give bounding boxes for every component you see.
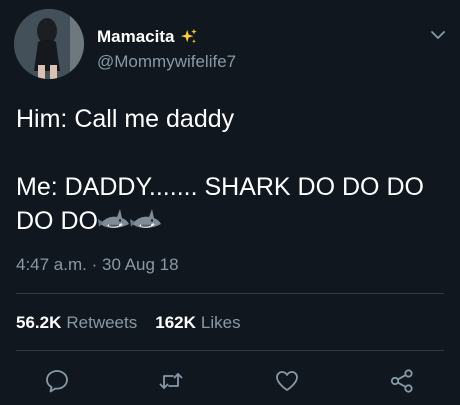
engagement-stats: 56.2K Retweets 162K Likes [16,313,259,333]
retweets-stat[interactable]: 56.2K Retweets [16,313,137,333]
timestamp-time: 4:47 a.m. [16,255,87,274]
timestamp-date: 30 Aug 18 [102,255,179,274]
reply-icon[interactable] [44,368,70,394]
tweet-line-with-emoji: DO DO [16,204,446,238]
tweet-header: Mamacita @Mommywifelife7 [0,0,460,90]
shark-icon [97,209,129,228]
share-icon[interactable] [389,368,415,394]
divider [16,293,444,294]
retweet-icon[interactable] [158,368,184,394]
likes-stat[interactable]: 162K Likes [155,313,240,333]
retweets-count: 56.2K [16,313,62,332]
sparkles-icon [181,28,198,44]
tweet-line: Me: DADDY....... SHARK DO DO DO [16,173,424,201]
tweet-text: Him: Call me daddy Me: DADDY....... SHAR… [16,102,446,238]
likes-count: 162K [155,313,196,332]
display-name[interactable]: Mamacita [97,27,174,47]
chevron-down-icon[interactable] [430,27,446,43]
action-bar [0,362,460,398]
like-icon[interactable] [274,368,300,394]
timestamp-separator: · [91,255,98,274]
timestamp[interactable]: 4:47 a.m. · 30 Aug 18 [16,255,179,275]
retweets-label: Retweets [66,313,138,332]
divider [16,350,444,351]
author-name-row[interactable]: Mamacita [97,24,198,50]
likes-label: Likes [200,313,241,332]
tweet-line: Him: Call me daddy [16,105,235,133]
avatar[interactable] [14,9,84,79]
shark-icon [129,209,161,228]
tweet-line-text: DO DO [16,207,98,235]
author-handle[interactable]: @Mommywifelife7 [97,52,236,72]
